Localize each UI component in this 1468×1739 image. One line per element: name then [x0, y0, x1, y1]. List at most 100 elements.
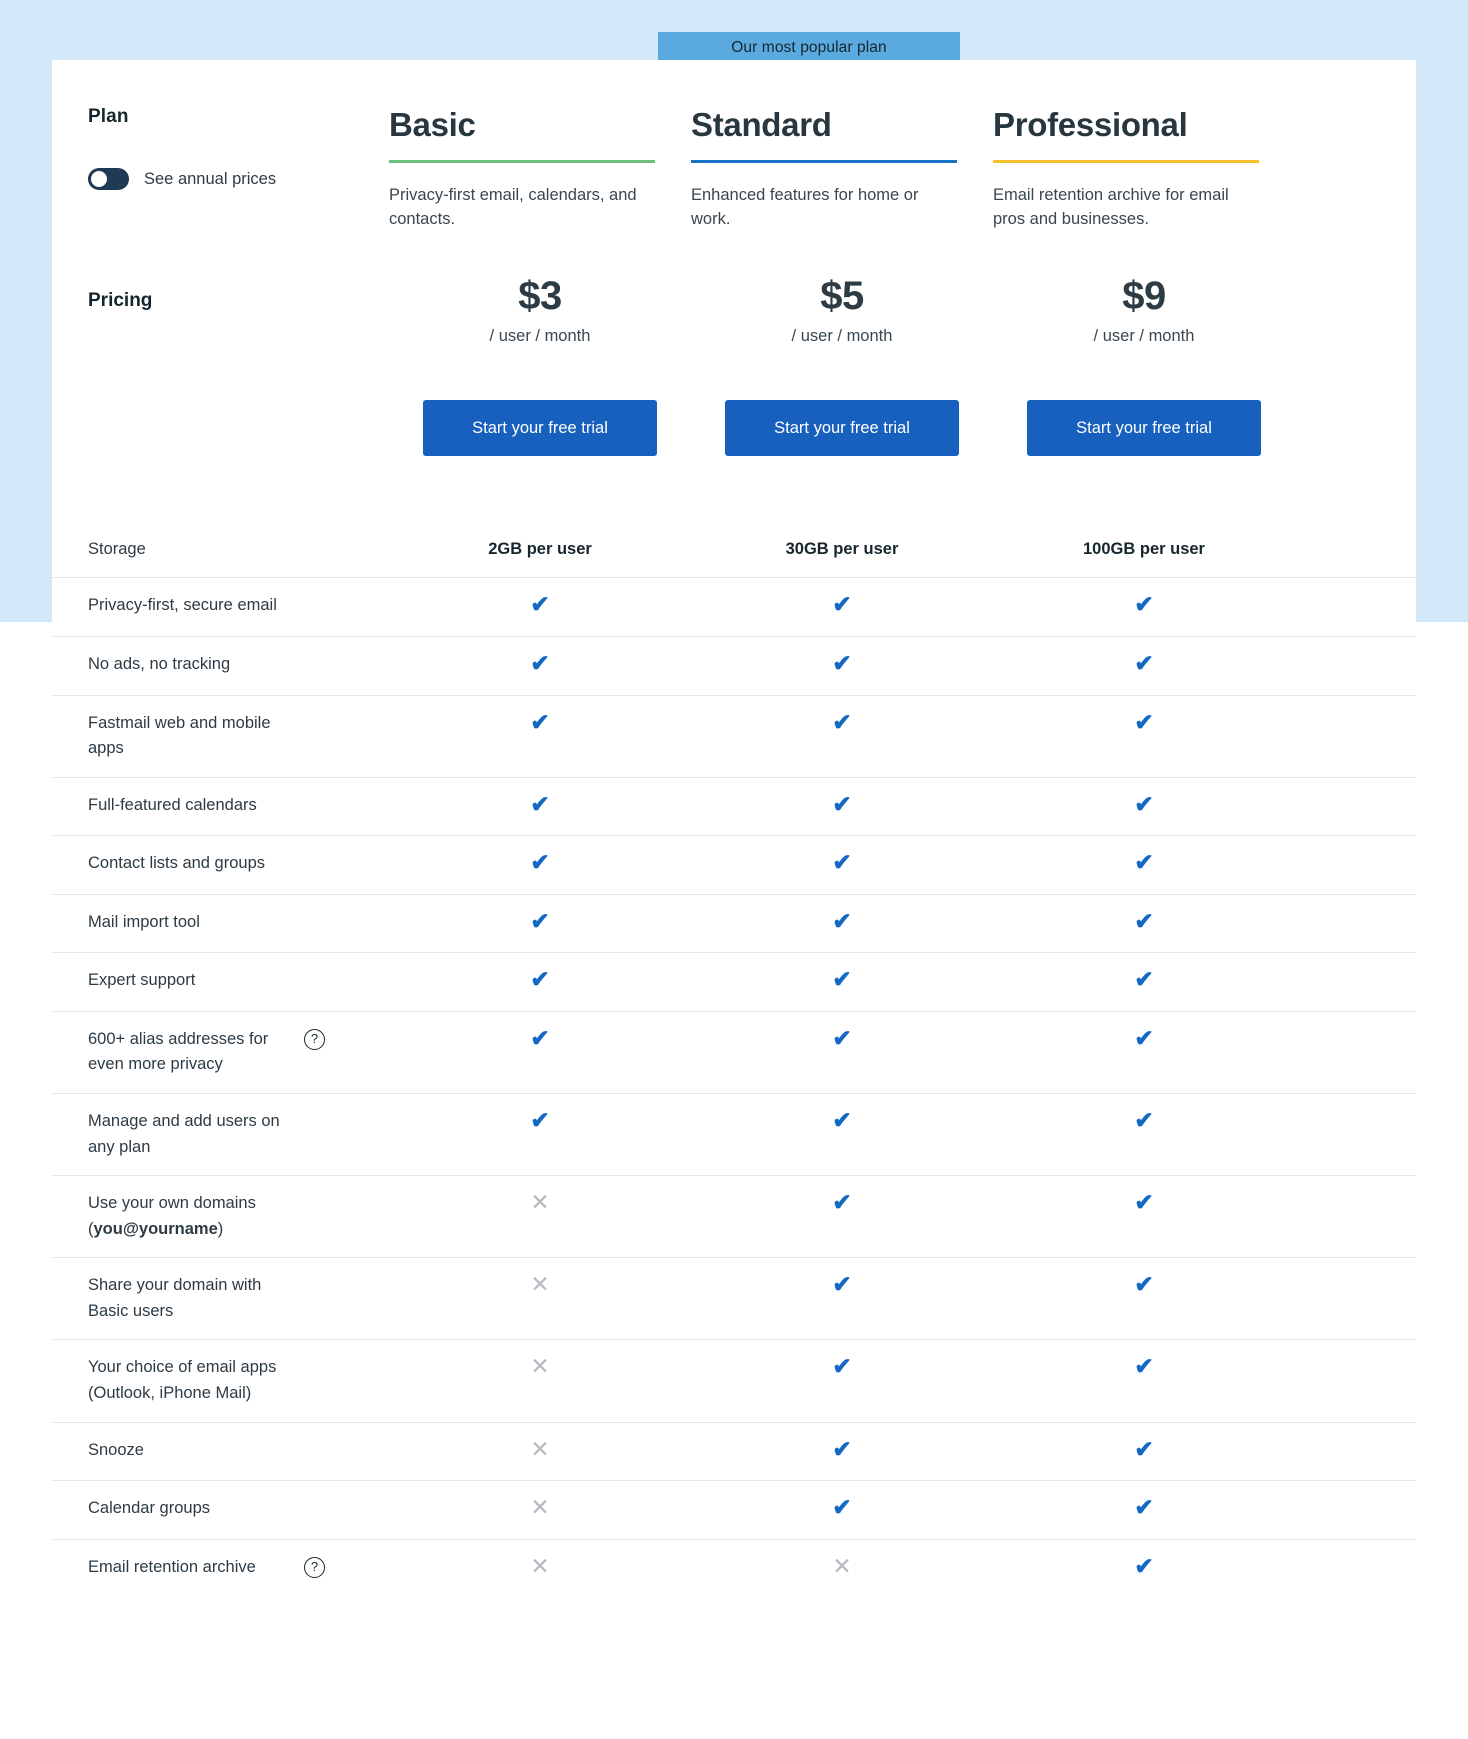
- check-icon: ✔: [530, 1107, 550, 1134]
- table-row: No ads, no tracking? ✔ ✔ ✔: [52, 635, 1416, 695]
- feature-label: 600+ alias addresses for even more priva…: [52, 1012, 389, 1093]
- feature-value: ✔: [691, 895, 993, 953]
- check-icon: ✔: [1134, 966, 1154, 993]
- cross-icon: ✕: [530, 1435, 550, 1462]
- check-icon: ✔: [1134, 1552, 1154, 1579]
- check-icon: ✔: [832, 708, 852, 735]
- price-standard: $5: [820, 273, 864, 318]
- check-icon: ✔: [1134, 649, 1154, 676]
- plan-header-professional: Professional Email retention archive for…: [993, 106, 1295, 232]
- feature-label-text: Privacy-first, secure email: [88, 596, 277, 615]
- pricing-standard: $5 / user / month Start your free trial: [691, 274, 993, 456]
- feature-value: ✔: [993, 953, 1295, 1011]
- feature-value: ✔: [993, 1481, 1295, 1539]
- feature-value: ✔: [691, 836, 993, 894]
- feature-value: ✔: [993, 1176, 1295, 1234]
- check-icon: ✔: [832, 1189, 852, 1216]
- pricing-section: Pricing $3 / user / month Start your fre…: [52, 274, 1416, 456]
- price-professional: $9: [1122, 273, 1166, 318]
- feature-value: ✔: [993, 578, 1295, 636]
- check-icon: ✔: [1134, 1107, 1154, 1134]
- check-icon: ✔: [832, 966, 852, 993]
- table-row: Expert support? ✔ ✔ ✔: [52, 952, 1416, 1011]
- feature-value: ✔: [691, 696, 993, 754]
- check-icon: ✔: [530, 649, 550, 676]
- pricing-basic: $3 / user / month Start your free trial: [389, 274, 691, 456]
- feature-value: ✔: [389, 895, 691, 953]
- feature-label-text: Manage and add users on any plan: [88, 1112, 280, 1156]
- table-row: 600+ alias addresses for even more priva…: [52, 1010, 1416, 1093]
- check-icon: ✔: [832, 1494, 852, 1521]
- check-icon: ✔: [832, 1353, 852, 1380]
- feature-label-text: Calendar groups: [88, 1499, 210, 1518]
- feature-label-text: Mail import tool: [88, 912, 200, 931]
- feature-label-storage: Storage: [88, 539, 146, 558]
- storage-professional: 100GB per user: [1083, 539, 1205, 558]
- check-icon: ✔: [832, 849, 852, 876]
- feature-label: Contact lists and groups?: [52, 836, 389, 892]
- feature-label-text: Fastmail web and mobile apps: [88, 713, 271, 758]
- help-icon[interactable]: ?: [304, 1556, 325, 1578]
- help-icon[interactable]: ?: [304, 1028, 325, 1050]
- feature-value: ✔: [389, 1012, 691, 1070]
- feature-label-text: Full-featured calendars: [88, 795, 257, 814]
- feature-value: ✔: [993, 1094, 1295, 1152]
- table-row: Email retention archive? ✕ ✕ ✔: [52, 1538, 1416, 1598]
- check-icon: ✔: [1134, 907, 1154, 934]
- feature-label: Your choice of email apps (Outlook, iPho…: [52, 1340, 389, 1421]
- feature-value: ✕: [389, 1340, 691, 1398]
- price-basic: $3: [518, 273, 562, 318]
- feature-value: ✔: [389, 778, 691, 836]
- cross-icon: ✕: [832, 1552, 852, 1579]
- feature-value: ✔: [691, 1481, 993, 1539]
- table-row: Privacy-first, secure email? ✔ ✔ ✔: [52, 577, 1416, 636]
- cross-icon: ✕: [530, 1271, 550, 1298]
- feature-comparison-table: Storage 2GB per user 30GB per user 100GB…: [52, 522, 1416, 1597]
- feature-value: ✔: [389, 1094, 691, 1152]
- plan-description-basic: Privacy-first email, calendars, and cont…: [389, 186, 637, 228]
- annual-prices-toggle-row[interactable]: See annual prices: [88, 168, 389, 190]
- check-icon: ✔: [1134, 1435, 1154, 1462]
- feature-value: ✔: [691, 637, 993, 695]
- feature-value: ✔: [993, 1012, 1295, 1070]
- table-row: Full-featured calendars? ✔ ✔ ✔: [52, 776, 1416, 836]
- feature-value: ✕: [389, 1176, 691, 1234]
- feature-label-text: No ads, no tracking: [88, 654, 231, 673]
- feature-value: ✔: [389, 836, 691, 894]
- table-row-storage: Storage 2GB per user 30GB per user 100GB…: [52, 522, 1416, 578]
- check-icon: ✔: [832, 649, 852, 676]
- check-icon: ✔: [1134, 1353, 1154, 1380]
- check-icon: ✔: [1134, 1271, 1154, 1298]
- feature-label-text: Your choice of email apps (Outlook, iPho…: [88, 1358, 277, 1402]
- feature-value: ✕: [389, 1540, 691, 1598]
- feature-value: ✔: [389, 637, 691, 695]
- feature-value: ✔: [993, 778, 1295, 836]
- annual-prices-toggle-label: See annual prices: [144, 169, 277, 188]
- cross-icon: ✕: [530, 1494, 550, 1521]
- feature-value: ✔: [993, 1258, 1295, 1316]
- feature-label: Share your domain with Basic users?: [52, 1258, 389, 1339]
- check-icon: ✔: [530, 790, 550, 817]
- start-free-trial-button-professional[interactable]: Start your free trial: [1027, 399, 1261, 456]
- plan-description-standard: Enhanced features for home or work.: [691, 186, 919, 228]
- check-icon: ✔: [1134, 1494, 1154, 1521]
- feature-value: ✔: [993, 1423, 1295, 1481]
- feature-label-text: Share your domain with Basic users: [88, 1276, 262, 1320]
- price-unit-standard: / user / month: [791, 326, 893, 345]
- feature-value: ✔: [691, 778, 993, 836]
- start-free-trial-button-basic[interactable]: Start your free trial: [423, 399, 657, 456]
- feature-label: Manage and add users on any plan?: [52, 1094, 389, 1175]
- storage-basic: 2GB per user: [488, 539, 592, 558]
- plan-name-standard: Standard: [691, 106, 832, 143]
- table-row: Share your domain with Basic users? ✕ ✔ ✔: [52, 1257, 1416, 1339]
- feature-value: ✔: [993, 1340, 1295, 1398]
- check-icon: ✔: [530, 708, 550, 735]
- feature-value: ✕: [389, 1423, 691, 1481]
- feature-value: ✔: [691, 1258, 993, 1316]
- check-icon: ✔: [1134, 591, 1154, 618]
- pricing-professional: $9 / user / month Start your free trial: [993, 274, 1295, 456]
- cross-icon: ✕: [530, 1189, 550, 1216]
- annual-prices-toggle[interactable]: [88, 168, 129, 190]
- start-free-trial-button-standard[interactable]: Start your free trial: [725, 399, 959, 456]
- cross-icon: ✕: [530, 1353, 550, 1380]
